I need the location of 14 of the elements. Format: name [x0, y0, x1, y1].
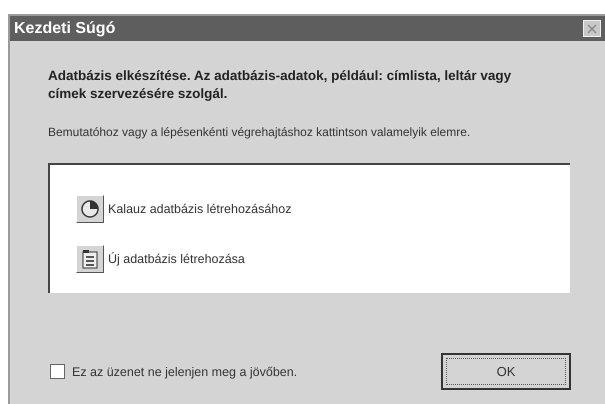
option-link[interactable]: Új adatbázis létrehozása	[108, 252, 245, 266]
pie-chart-icon	[80, 199, 100, 219]
ok-button[interactable]: OK	[441, 353, 571, 390]
option-icon-button[interactable]	[76, 245, 104, 273]
close-button[interactable]	[583, 20, 601, 37]
close-icon	[587, 24, 597, 34]
database-form-icon	[82, 249, 98, 269]
checkbox-label[interactable]: Ez az üzenet ne jelenjen meg a jövőben.	[72, 364, 298, 378]
heading-text: Adatbázis elkészítése. Az adatbázis-adatok, például: címlista, leltár vagy címek szervezésére szolgál.	[48, 67, 512, 103]
option-icon-button[interactable]	[76, 195, 104, 223]
window-title: Kezdeti Súgó	[14, 20, 116, 38]
checkbox[interactable]	[50, 364, 65, 379]
option-link[interactable]: Kalauz adatbázis létrehozásához	[108, 202, 292, 216]
instruction-text: Bemutatóhoz vagy a lépésenkénti végrehajtáshoz kattintson valamelyik elemre.	[48, 125, 472, 139]
